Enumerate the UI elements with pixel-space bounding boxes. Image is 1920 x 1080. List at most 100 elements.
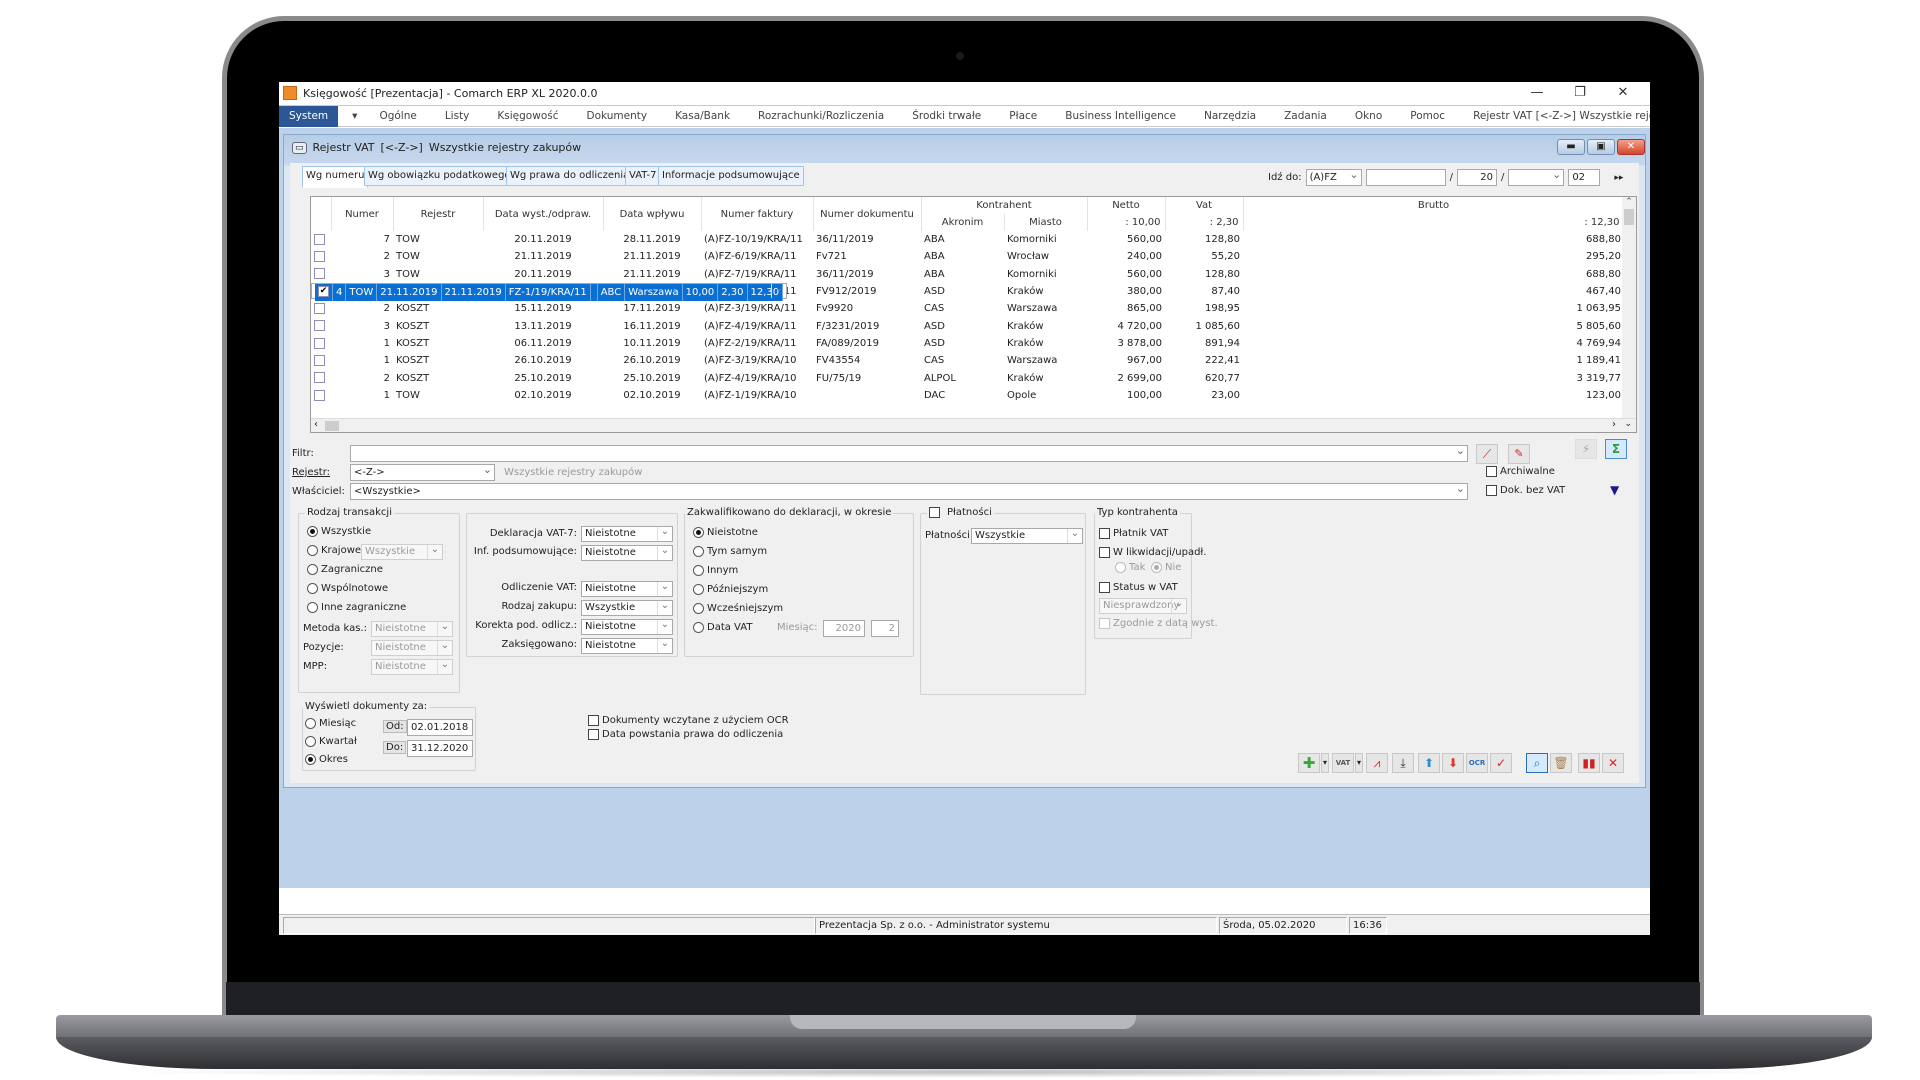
goto-series-select[interactable]: (A)FZ (1305, 167, 1362, 186)
chart-icon[interactable]: ⩘ (1366, 753, 1388, 773)
status-vat-select[interactable]: Niesprawdzony (1099, 598, 1187, 614)
row-checkbox[interactable] (311, 248, 331, 265)
menu-ogolne[interactable]: Ogólne (365, 110, 430, 122)
menu-srodki-trwale[interactable]: Środki trwałe (898, 110, 995, 122)
radio-okres[interactable]: Okres (305, 754, 348, 765)
table-row[interactable]: 7 TOW 20.11.2019 28.11.2019 (A)FZ-10/19/KRA/… (311, 231, 1624, 248)
menu-ksiegowosc[interactable]: Księgowość (483, 110, 572, 122)
preview-icon[interactable]: ⌕ (1526, 753, 1548, 773)
columns-icon[interactable]: ▮▮ (1578, 753, 1600, 773)
do-button[interactable]: Do: (383, 741, 407, 754)
metoda-kas-select[interactable]: Nieistotne (371, 621, 453, 637)
header-numer[interactable]: Numer (331, 197, 394, 231)
radio-inne-zagraniczne[interactable]: Inne zagraniczne (307, 602, 406, 613)
od-date-input[interactable]: 02.01.2018 (407, 719, 473, 736)
row-checkbox-box[interactable] (314, 233, 325, 245)
radio-wspolnotowe[interactable]: Wspólnotowe (307, 583, 388, 594)
horizontal-scrollbar[interactable]: ‹ › ⌄ (311, 418, 1636, 432)
menu-pomoc[interactable]: Pomoc (1396, 110, 1459, 122)
table-row[interactable]: 2 KOSZT 25.10.2019 25.10.2019 (A)FZ-4/19/KRA… (311, 369, 1624, 386)
data-powstania-checkbox[interactable]: Data powstania prawa do odliczenia (588, 729, 783, 740)
radio-kwartal[interactable]: Kwartał (305, 736, 357, 747)
table-row[interactable]: 1 KOSZT 06.11.2019 10.11.2019 (A)FZ-2/19/KRA… (311, 335, 1624, 352)
maximize-button[interactable]: ❐ (1565, 84, 1595, 102)
menu-active-window[interactable]: Rejestr VAT [<-Z->] Wszystkie rejestry z… (1459, 110, 1650, 122)
header-akronim[interactable]: Akronim (921, 214, 1005, 231)
collapse-filters-icon[interactable]: ▼ (1610, 483, 1619, 497)
row-checkbox[interactable] (311, 300, 331, 317)
header-netto[interactable]: Netto (1087, 197, 1166, 214)
row-checkbox[interactable] (311, 266, 331, 283)
header-kontrahent[interactable]: Kontrahent (921, 197, 1088, 214)
platnik-vat-checkbox[interactable]: Płatnik VAT (1099, 528, 1168, 539)
menu-rozrachunki[interactable]: Rozrachunki/Rozliczenia (744, 110, 898, 122)
radio-pozniejszym[interactable]: Późniejszym (693, 584, 768, 595)
table-row[interactable]: ✔ 4 TOW 21.11.2019 21.11.2019 FZ-1/19/KRA/11 A… (311, 282, 788, 302)
status-vat-checkbox[interactable]: Status w VAT (1099, 582, 1178, 593)
radio-data-vat[interactable]: Data VAT (693, 622, 752, 633)
goto-month-select[interactable] (1508, 167, 1565, 186)
platnosci-select[interactable]: Wszystkie (971, 528, 1083, 544)
menu-okno[interactable]: Okno (1341, 110, 1396, 122)
table-row[interactable]: 2 KOSZT 15.11.2019 17.11.2019 (A)FZ-3/19/KRA… (311, 300, 1624, 317)
scroll-thumb[interactable] (1624, 209, 1634, 225)
close-window-icon[interactable]: ✕ (1602, 753, 1624, 773)
scroll-left-icon[interactable]: ‹ (314, 419, 318, 430)
row-checkbox-box[interactable] (314, 372, 325, 384)
sum-icon[interactable]: Σ (1605, 439, 1627, 459)
tab-wg-obowiazku[interactable]: Wg obowiązku podatkowego (364, 166, 515, 186)
platnosci-checkbox[interactable]: Płatności (927, 507, 994, 518)
miesiac-month-input[interactable]: 2 (871, 620, 899, 637)
table-row[interactable]: 3 KOSZT 13.11.2019 16.11.2019 (A)FZ-4/19/KRA… (311, 317, 1624, 334)
close-button[interactable]: ✕ (1608, 84, 1638, 102)
ocr-checkbox[interactable]: Dokumenty wczytane z użyciem OCR (588, 715, 789, 726)
do-date-input[interactable]: 31.12.2020 (407, 740, 473, 757)
row-checkbox-box[interactable] (314, 251, 325, 263)
radio-wszystkie[interactable]: Wszystkie (307, 526, 371, 537)
book-icon[interactable]: ⬇ (1442, 753, 1464, 773)
w-likwidacji-checkbox[interactable]: W likwidacji/upadł. (1099, 547, 1206, 558)
header-rejestr[interactable]: Rejestr (393, 197, 484, 231)
clear-filter-icon[interactable]: ⟋ (1476, 444, 1498, 464)
ocr-icon[interactable]: OCR (1466, 753, 1488, 773)
archiwalne-checkbox[interactable]: Archiwalne (1486, 466, 1555, 477)
header-miasto[interactable]: Miasto (1004, 214, 1088, 231)
row-checkbox[interactable] (311, 387, 331, 404)
radio-wczesniejszym[interactable]: Wcześniejszym (693, 603, 783, 614)
export-icon[interactable]: ⤓ (1392, 753, 1414, 773)
quick-access-icon[interactable]: ▾ (344, 110, 365, 122)
tab-wg-prawa[interactable]: Wg prawa do odliczenia (506, 166, 634, 186)
menu-business-intelligence[interactable]: Business Intelligence (1051, 110, 1190, 122)
menu-dokumenty[interactable]: Dokumenty (572, 110, 661, 122)
krajowe-select[interactable]: Wszystkie (361, 544, 443, 560)
mpp-select[interactable]: Nieistotne (371, 659, 453, 675)
row-checkbox[interactable] (311, 231, 331, 248)
menu-listy[interactable]: Listy (431, 110, 484, 122)
row-checkbox-box[interactable] (314, 268, 325, 280)
row-checkbox-box[interactable] (314, 354, 325, 366)
row-checkbox-box[interactable] (314, 320, 325, 332)
header-data-wyst[interactable]: Data wyst./odpraw. (483, 197, 604, 231)
zgodnie-checkbox[interactable]: Zgodnie z datą wyst. (1099, 618, 1218, 629)
menu-narzedzia[interactable]: Narzędzia (1190, 110, 1270, 122)
tab-informacje[interactable]: Informacje podsumowujące (658, 166, 804, 186)
scroll-up-icon[interactable]: ⌃ (1622, 197, 1636, 207)
od-button[interactable]: Od: (383, 720, 407, 733)
header-numer-faktury[interactable]: Numer faktury (701, 197, 814, 231)
approve-icon[interactable]: ✓ (1490, 753, 1512, 773)
radio-innym[interactable]: Innym (693, 565, 738, 576)
rodzaj-zakupu-select[interactable]: Wszystkie (581, 600, 673, 616)
scroll-down-icon[interactable]: ⌄ (1624, 419, 1632, 429)
hscroll-thumb[interactable] (325, 421, 339, 431)
filtr-input[interactable] (350, 443, 1468, 462)
radio-tak[interactable]: Tak (1115, 562, 1145, 573)
header-vat[interactable]: Vat (1165, 197, 1244, 214)
import-icon[interactable]: ⬆ (1418, 753, 1440, 773)
row-checkbox[interactable] (311, 369, 331, 386)
refresh-icon[interactable]: ⚡ (1575, 439, 1597, 459)
child-minimize-button[interactable]: ▬ (1557, 139, 1585, 155)
radio-tym-samym[interactable]: Tym samym (693, 546, 767, 557)
vat7-select[interactable]: Nieistotne (581, 526, 673, 542)
row-checkbox[interactable] (311, 352, 331, 369)
row-checkbox-box[interactable] (314, 303, 325, 315)
